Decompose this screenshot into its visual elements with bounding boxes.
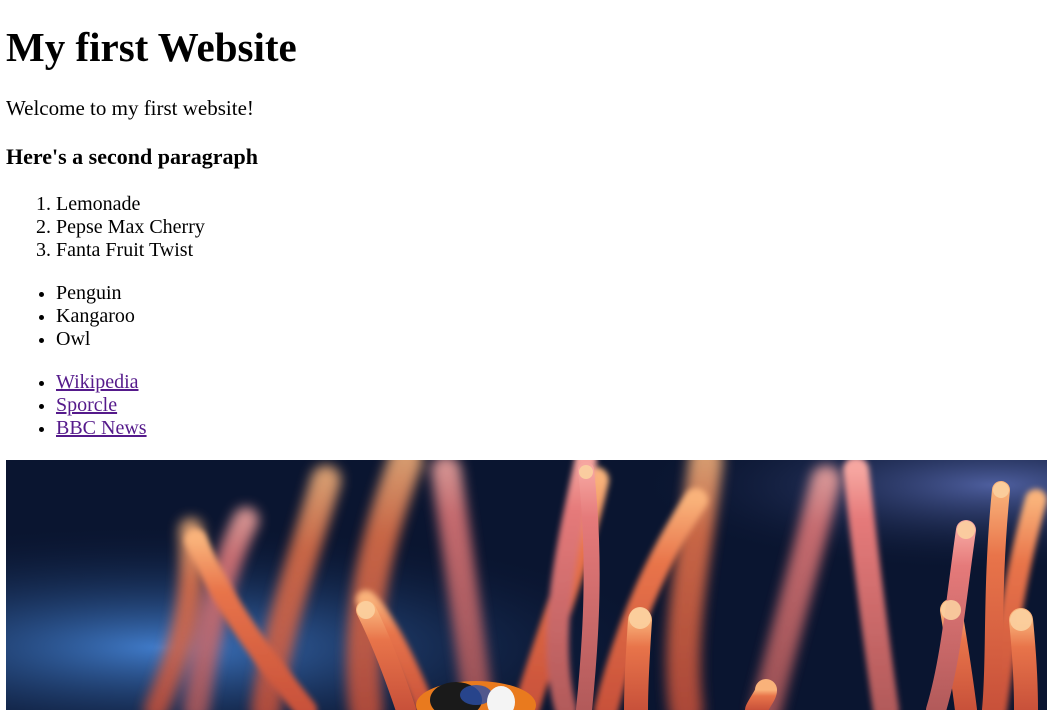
wikipedia-link[interactable]: Wikipedia <box>56 371 139 393</box>
list-item: Penguin <box>56 282 135 305</box>
list-item: Kangaroo <box>56 305 135 328</box>
drinks-list: Lemonade Pepse Max Cherry Fanta Fruit Tw… <box>6 193 205 262</box>
second-paragraph-heading: Here's a second paragraph <box>6 144 258 169</box>
welcome-text: Welcome to my first website! <box>6 96 254 120</box>
list-item: Fanta Fruit Twist <box>56 239 205 262</box>
list-item: BBC News <box>56 417 147 440</box>
bbc-news-link[interactable]: BBC News <box>56 417 147 439</box>
page: My first Website Welcome to my first web… <box>0 0 1063 727</box>
links-list: Wikipedia Sporcle BBC News <box>6 371 147 440</box>
list-item: Owl <box>56 328 135 351</box>
anemone-photo-illustration <box>6 460 1047 710</box>
animals-list: Penguin Kangaroo Owl <box>6 282 135 351</box>
list-item: Sporcle <box>56 394 147 417</box>
page-title: My first Website <box>6 24 297 70</box>
list-item: Wikipedia <box>56 371 147 394</box>
anemone-photo <box>6 460 1047 710</box>
list-item: Pepse Max Cherry <box>56 216 205 239</box>
sporcle-link[interactable]: Sporcle <box>56 394 117 416</box>
list-item: Lemonade <box>56 193 205 216</box>
